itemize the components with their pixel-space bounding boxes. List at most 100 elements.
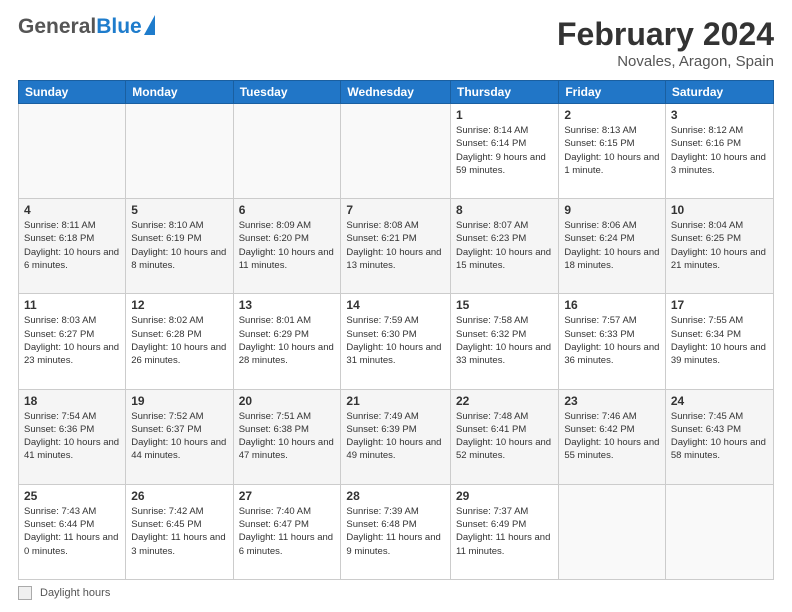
day-number-1-3: 7 (346, 203, 445, 217)
calendar-cell-3-0: 18 Sunrise: 7:54 AM Sunset: 6:36 PM Dayli… (19, 389, 126, 484)
calendar-cell-1-4: 8 Sunrise: 8:07 AM Sunset: 6:23 PM Daylig… (451, 199, 559, 294)
daylight-box-icon (18, 586, 32, 600)
calendar-cell-1-1: 5Sunrise: 8:10 AM Sunset: 6:19 PM Daylig… (126, 199, 233, 294)
day-info-2-4: Sunrise: 7:58 AM Sunset: 6:32 PM Dayligh… (456, 314, 553, 367)
day-number-3-3: 21 (346, 394, 445, 408)
day-number-2-6: 17 (671, 298, 768, 312)
day-number-0-4: 1 (456, 108, 553, 122)
day-number-1-4: 8 (456, 203, 553, 217)
calendar-cell-4-3: 28 Sunrise: 7:39 AM Sunset: 6:48 PM Dayli… (341, 484, 451, 579)
logo-general-text: General (18, 16, 96, 37)
day-info-1-6: Sunrise: 8:04 AM Sunset: 6:25 PM Dayligh… (671, 219, 768, 272)
day-info-1-4: Sunrise: 8:07 AM Sunset: 6:23 PM Dayligh… (456, 219, 553, 272)
day-number-2-0: 11 (24, 298, 120, 312)
day-info-3-6: Sunrise: 7:45 AM Sunset: 6:43 PM Dayligh… (671, 410, 768, 463)
day-info-1-1: Sunrise: 8:10 AM Sunset: 6:19 PM Dayligh… (131, 219, 227, 272)
calendar-cell-1-0: 4 Sunrise: 8:11 AM Sunset: 6:18 PM Daylig… (19, 199, 126, 294)
day-number-1-2: 6 (239, 203, 336, 217)
day-info-3-4: Sunrise: 7:48 AM Sunset: 6:41 PM Dayligh… (456, 410, 553, 463)
day-info-1-2: Sunrise: 8:09 AM Sunset: 6:20 PM Dayligh… (239, 219, 336, 272)
day-number-2-5: 16 (564, 298, 660, 312)
col-thursday: Thursday (451, 81, 559, 104)
day-info-1-0: Sunrise: 8:11 AM Sunset: 6:18 PM Dayligh… (24, 219, 120, 272)
calendar-cell-3-5: 23 Sunrise: 7:46 AM Sunset: 6:42 PM Dayli… (559, 389, 666, 484)
calendar-cell-4-2: 27Sunrise: 7:40 AM Sunset: 6:47 PM Dayli… (233, 484, 341, 579)
week-row-3: 18 Sunrise: 7:54 AM Sunset: 6:36 PM Dayli… (19, 389, 774, 484)
location: Novales, Aragon, Spain (557, 53, 774, 70)
day-number-3-6: 24 (671, 394, 768, 408)
calendar-cell-0-3 (341, 104, 451, 199)
day-number-2-3: 14 (346, 298, 445, 312)
calendar-cell-2-0: 11 Sunrise: 8:03 AM Sunset: 6:27 PM Dayli… (19, 294, 126, 389)
day-info-1-3: Sunrise: 8:08 AM Sunset: 6:21 PM Dayligh… (346, 219, 445, 272)
calendar-cell-4-4: 29 Sunrise: 7:37 AM Sunset: 6:49 PM Dayli… (451, 484, 559, 579)
day-info-2-6: Sunrise: 7:55 AM Sunset: 6:34 PM Dayligh… (671, 314, 768, 367)
calendar-cell-1-6: 10Sunrise: 8:04 AM Sunset: 6:25 PM Dayli… (665, 199, 773, 294)
daylight-label: Daylight hours (40, 587, 110, 599)
calendar-cell-2-3: 14 Sunrise: 7:59 AM Sunset: 6:30 PM Dayli… (341, 294, 451, 389)
day-number-4-3: 28 (346, 489, 445, 503)
day-info-0-5: Sunrise: 8:13 AM Sunset: 6:15 PM Dayligh… (564, 124, 660, 177)
col-monday: Monday (126, 81, 233, 104)
day-info-3-2: Sunrise: 7:51 AM Sunset: 6:38 PM Dayligh… (239, 410, 336, 463)
header: General Blue February 2024 Novales, Arag… (18, 16, 774, 70)
calendar-cell-0-2 (233, 104, 341, 199)
col-saturday: Saturday (665, 81, 773, 104)
day-number-0-5: 2 (564, 108, 660, 122)
day-number-4-0: 25 (24, 489, 120, 503)
day-number-2-4: 15 (456, 298, 553, 312)
day-info-3-0: Sunrise: 7:54 AM Sunset: 6:36 PM Dayligh… (24, 410, 120, 463)
day-info-4-3: Sunrise: 7:39 AM Sunset: 6:48 PM Dayligh… (346, 505, 445, 558)
day-number-1-0: 4 (24, 203, 120, 217)
day-info-2-0: Sunrise: 8:03 AM Sunset: 6:27 PM Dayligh… (24, 314, 120, 367)
day-number-4-1: 26 (131, 489, 227, 503)
day-number-3-5: 23 (564, 394, 660, 408)
week-row-4: 25Sunrise: 7:43 AM Sunset: 6:44 PM Dayli… (19, 484, 774, 579)
calendar-cell-1-3: 7 Sunrise: 8:08 AM Sunset: 6:21 PM Daylig… (341, 199, 451, 294)
calendar-cell-0-6: 3Sunrise: 8:12 AM Sunset: 6:16 PM Daylig… (665, 104, 773, 199)
day-number-4-4: 29 (456, 489, 553, 503)
logo-blue-text: Blue (96, 16, 142, 37)
calendar-cell-4-6 (665, 484, 773, 579)
day-info-2-3: Sunrise: 7:59 AM Sunset: 6:30 PM Dayligh… (346, 314, 445, 367)
calendar-cell-3-1: 19Sunrise: 7:52 AM Sunset: 6:37 PM Dayli… (126, 389, 233, 484)
week-row-1: 4 Sunrise: 8:11 AM Sunset: 6:18 PM Daylig… (19, 199, 774, 294)
day-info-2-5: Sunrise: 7:57 AM Sunset: 6:33 PM Dayligh… (564, 314, 660, 367)
col-wednesday: Wednesday (341, 81, 451, 104)
day-number-3-2: 20 (239, 394, 336, 408)
month-year: February 2024 (557, 16, 774, 53)
calendar-cell-2-4: 15 Sunrise: 7:58 AM Sunset: 6:32 PM Dayli… (451, 294, 559, 389)
calendar-cell-1-2: 6 Sunrise: 8:09 AM Sunset: 6:20 PM Daylig… (233, 199, 341, 294)
calendar-cell-4-1: 26Sunrise: 7:42 AM Sunset: 6:45 PM Dayli… (126, 484, 233, 579)
day-info-0-4: Sunrise: 8:14 AM Sunset: 6:14 PM Dayligh… (456, 124, 553, 177)
calendar-table: Sunday Monday Tuesday Wednesday Thursday… (18, 80, 774, 580)
day-info-2-1: Sunrise: 8:02 AM Sunset: 6:28 PM Dayligh… (131, 314, 227, 367)
day-info-4-4: Sunrise: 7:37 AM Sunset: 6:49 PM Dayligh… (456, 505, 553, 558)
day-info-3-3: Sunrise: 7:49 AM Sunset: 6:39 PM Dayligh… (346, 410, 445, 463)
logo-triangle-icon (144, 15, 155, 35)
calendar-cell-2-2: 13Sunrise: 8:01 AM Sunset: 6:29 PM Dayli… (233, 294, 341, 389)
calendar-cell-2-6: 17 Sunrise: 7:55 AM Sunset: 6:34 PM Dayli… (665, 294, 773, 389)
day-info-3-5: Sunrise: 7:46 AM Sunset: 6:42 PM Dayligh… (564, 410, 660, 463)
week-row-0: 1 Sunrise: 8:14 AM Sunset: 6:14 PM Daylig… (19, 104, 774, 199)
day-info-2-2: Sunrise: 8:01 AM Sunset: 6:29 PM Dayligh… (239, 314, 336, 367)
calendar-cell-3-4: 22Sunrise: 7:48 AM Sunset: 6:41 PM Dayli… (451, 389, 559, 484)
day-number-3-0: 18 (24, 394, 120, 408)
day-number-1-5: 9 (564, 203, 660, 217)
calendar-cell-3-2: 20 Sunrise: 7:51 AM Sunset: 6:38 PM Dayli… (233, 389, 341, 484)
calendar-cell-0-0 (19, 104, 126, 199)
calendar-cell-2-1: 12Sunrise: 8:02 AM Sunset: 6:28 PM Dayli… (126, 294, 233, 389)
col-sunday: Sunday (19, 81, 126, 104)
calendar-cell-4-5 (559, 484, 666, 579)
logo: General Blue (18, 16, 155, 37)
calendar-cell-1-5: 9Sunrise: 8:06 AM Sunset: 6:24 PM Daylig… (559, 199, 666, 294)
col-tuesday: Tuesday (233, 81, 341, 104)
calendar-header-row: Sunday Monday Tuesday Wednesday Thursday… (19, 81, 774, 104)
day-info-4-2: Sunrise: 7:40 AM Sunset: 6:47 PM Dayligh… (239, 505, 336, 558)
calendar-cell-2-5: 16 Sunrise: 7:57 AM Sunset: 6:33 PM Dayli… (559, 294, 666, 389)
calendar-cell-0-4: 1 Sunrise: 8:14 AM Sunset: 6:14 PM Daylig… (451, 104, 559, 199)
calendar-cell-0-5: 2 Sunrise: 8:13 AM Sunset: 6:15 PM Daylig… (559, 104, 666, 199)
day-number-3-1: 19 (131, 394, 227, 408)
calendar-cell-3-3: 21 Sunrise: 7:49 AM Sunset: 6:39 PM Dayli… (341, 389, 451, 484)
day-number-0-6: 3 (671, 108, 768, 122)
